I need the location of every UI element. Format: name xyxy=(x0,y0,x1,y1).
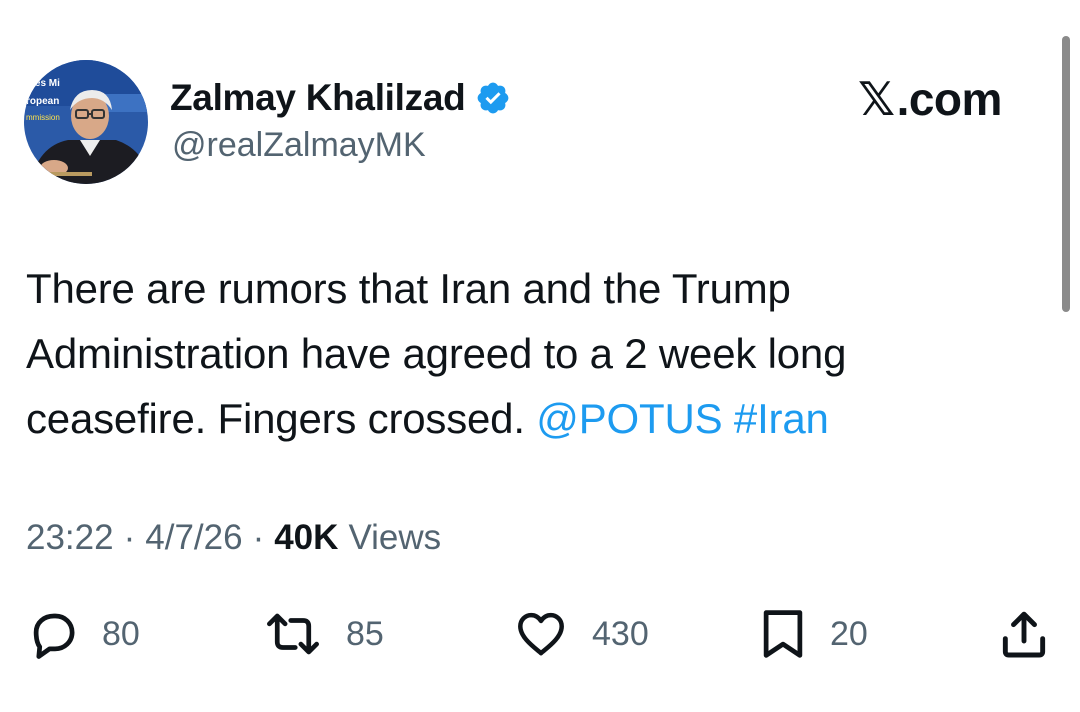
x-logo-icon: 𝕏 xyxy=(858,73,895,125)
repost-count: 85 xyxy=(346,614,384,653)
meta-separator: · xyxy=(252,518,265,557)
tweet-time[interactable]: 23:22 xyxy=(26,518,114,558)
site-label-text: .com xyxy=(896,73,1003,125)
repost-icon xyxy=(262,607,324,661)
bookmark-count: 20 xyxy=(830,614,868,653)
author-name[interactable]: Zalmay Khalilzad xyxy=(170,77,466,119)
avatar-backdrop-text-3: mmission xyxy=(26,113,60,122)
tweet-line-1: There are rumors that Iran and the Trump xyxy=(26,265,791,312)
meta-separator: · xyxy=(123,518,136,557)
reply-icon xyxy=(26,607,80,661)
author-name-row: Zalmay Khalilzad xyxy=(170,74,511,122)
like-button[interactable]: 430 xyxy=(512,606,649,662)
avatar-backdrop-text-1: ates Mi xyxy=(26,78,60,89)
like-icon xyxy=(512,607,570,661)
hashtag-link[interactable]: #Iran xyxy=(734,395,829,442)
tweet-line-3-text: ceasefire. Fingers crossed. xyxy=(26,395,525,442)
tweet-text: There are rumors that Iran and the Trump… xyxy=(26,256,1036,451)
views-count: 40K xyxy=(274,518,339,557)
scrollbar[interactable] xyxy=(1062,36,1070,312)
bookmark-icon xyxy=(758,607,808,661)
verified-badge-icon xyxy=(475,80,511,116)
share-icon xyxy=(996,606,1052,662)
share-button[interactable] xyxy=(996,606,1052,662)
tweet-meta: 23:22 · 4/7/26 · 40K Views xyxy=(26,514,441,562)
views-label: Views xyxy=(348,518,442,557)
reply-button[interactable]: 80 xyxy=(26,606,140,662)
repost-button[interactable]: 85 xyxy=(262,606,384,662)
tweet-screenshot: ates Mi ropean mmission Zalmay Khalilzad xyxy=(0,0,1080,712)
reply-count: 80 xyxy=(102,614,140,653)
bookmark-button[interactable]: 20 xyxy=(758,606,868,662)
author-handle[interactable]: @realZalmayMK xyxy=(172,126,426,165)
tweet-line-3: ceasefire. Fingers crossed. @POTUS #Iran xyxy=(26,386,1036,451)
avatar[interactable]: ates Mi ropean mmission xyxy=(24,60,148,184)
site-label: 𝕏 .com xyxy=(858,72,1002,126)
avatar-photo: ates Mi ropean mmission xyxy=(24,60,148,184)
tweet-date[interactable]: 4/7/26 xyxy=(145,518,242,558)
tweet-line-2: Administration have agreed to a 2 week l… xyxy=(26,330,847,377)
avatar-backdrop-text-2: ropean xyxy=(26,96,59,107)
mention-link[interactable]: @POTUS xyxy=(536,395,722,442)
like-count: 430 xyxy=(592,614,649,653)
